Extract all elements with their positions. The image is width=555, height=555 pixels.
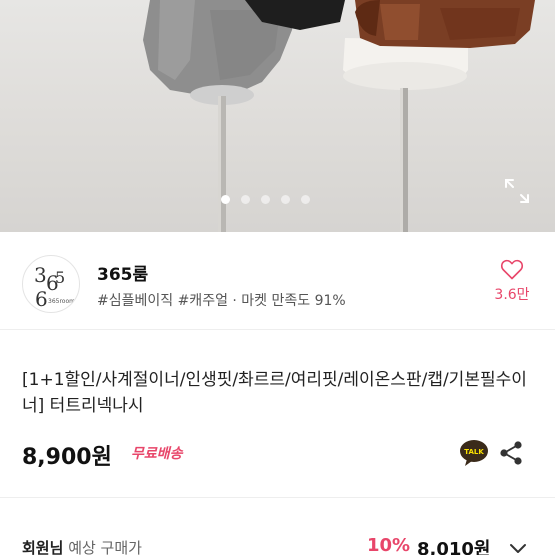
member-price-toggle[interactable]: [509, 540, 527, 553]
gallery-dot-4[interactable]: [281, 194, 290, 204]
shop-logo[interactable]: 3 6 5 6 365room: [22, 255, 80, 313]
share-button[interactable]: [499, 440, 523, 466]
member-label: 회원님: [22, 539, 64, 555]
member-price-label: 회원님 예상 구매가: [22, 537, 142, 555]
heart-outline-icon: [500, 259, 524, 280]
svg-text:6: 6: [35, 287, 48, 311]
kakaotalk-icon: TALK: [460, 440, 488, 466]
shop-info-row: 3 6 5 6 365room 365룸 #심플베이직 #캐주얼 · 마켓 만족…: [0, 232, 555, 330]
member-expected-price: 8,010원: [417, 539, 491, 555]
member-sub-label: 예상 구매가: [68, 539, 142, 555]
product-price: 8,900원: [22, 445, 112, 470]
gallery-pagination-dots: [221, 193, 310, 205]
like-count: 3.6만: [494, 287, 530, 303]
product-title: [1+1할인/사계절이너/인생핏/촤르르/여리핏/레이온스판/캡/기본필수이너]…: [22, 370, 527, 416]
free-shipping-badge: 무료배송: [131, 446, 183, 462]
share-icon: [500, 441, 522, 465]
shop-tags: #심플베이직 #캐주얼 · 마켓 만족도 91%: [97, 293, 346, 309]
member-discount: 10%: [367, 535, 411, 555]
svg-text:5: 5: [55, 268, 65, 287]
like-button[interactable]: 3.6만: [490, 258, 534, 304]
kakaotalk-button[interactable]: TALK: [459, 439, 489, 467]
chevron-down-icon: [510, 544, 526, 553]
svg-text:TALK: TALK: [464, 448, 484, 456]
expand-icon[interactable]: [504, 178, 530, 204]
product-image-gallery[interactable]: [0, 0, 555, 232]
svg-text:365room: 365room: [48, 298, 75, 305]
gallery-dot-2[interactable]: [241, 194, 250, 204]
gallery-dot-1[interactable]: [221, 194, 230, 204]
gallery-dot-5[interactable]: [301, 194, 310, 204]
svg-text:3: 3: [34, 263, 47, 287]
section-divider: [0, 497, 555, 498]
shop-name[interactable]: 365룸: [97, 260, 148, 285]
shop-logo-365room: 3 6 5 6 365room: [34, 263, 75, 311]
gallery-dot-3[interactable]: [261, 194, 270, 204]
